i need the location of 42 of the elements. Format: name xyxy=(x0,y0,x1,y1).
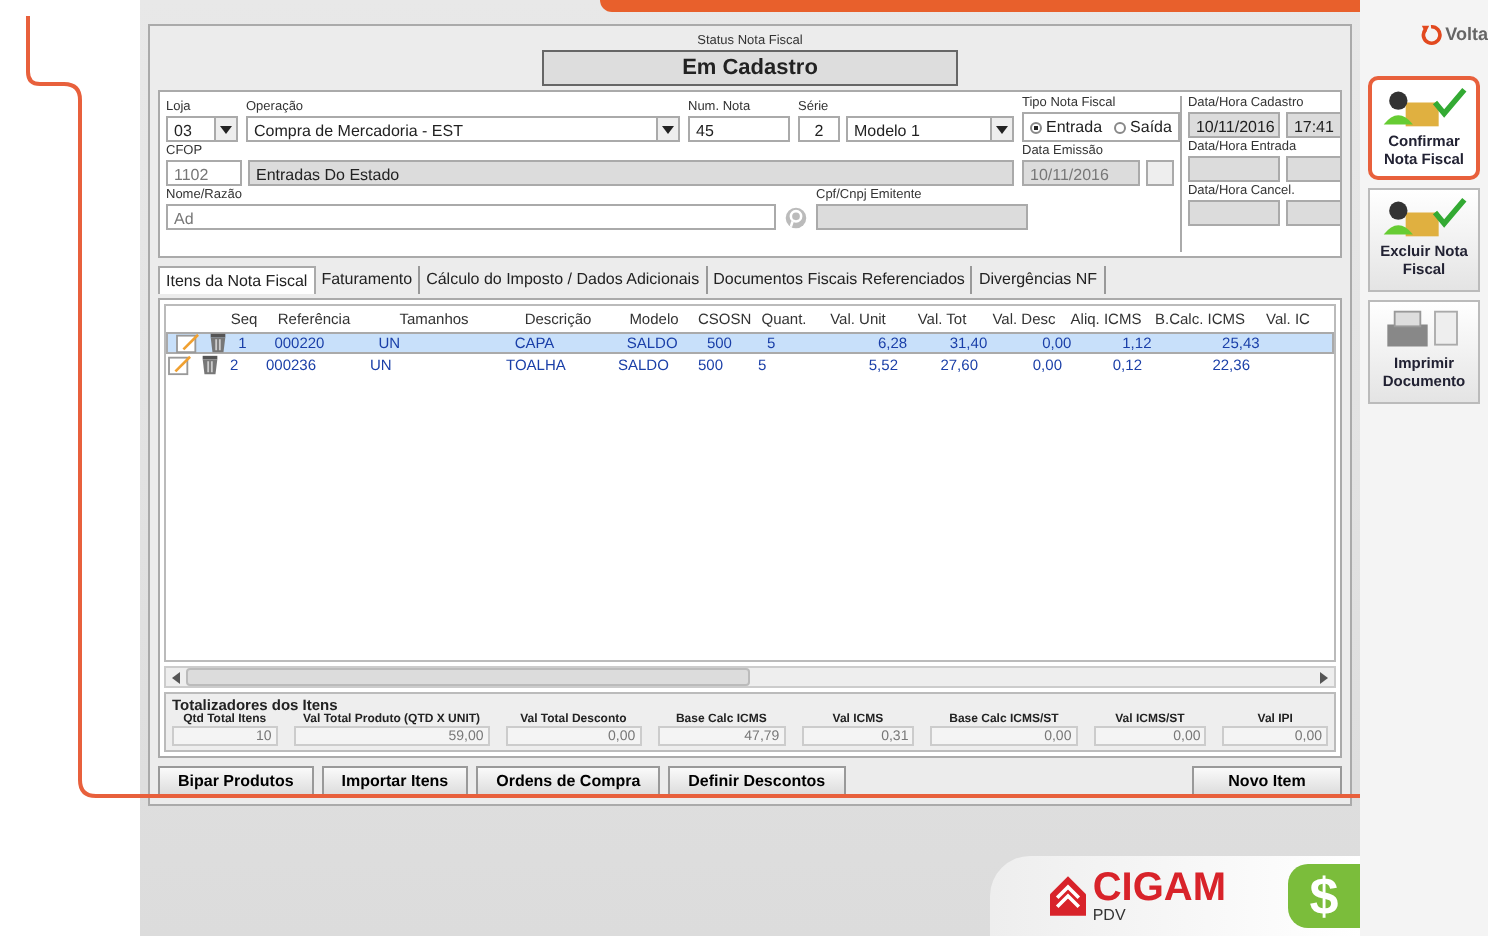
number-field[interactable]: 45 xyxy=(688,116,790,142)
back-button[interactable]: Volta xyxy=(1419,0,1488,68)
dropdown-icon xyxy=(990,118,1012,140)
logo-subtitle: PDV xyxy=(1092,908,1128,924)
tab[interactable]: Documentos Fiscais Referenciados xyxy=(707,266,973,294)
series-field[interactable]: 2 xyxy=(798,116,840,142)
radio-option[interactable]: Entrada xyxy=(1030,118,1103,136)
tab[interactable]: Faturamento xyxy=(315,266,421,294)
operation-select[interactable]: Compra de Mercadoria - EST xyxy=(246,116,680,142)
cpf-field[interactable] xyxy=(816,204,1028,230)
time-field[interactable]: 17:41 xyxy=(1285,112,1342,138)
date-field[interactable] xyxy=(1187,200,1280,226)
dropdown-icon xyxy=(214,118,236,140)
status-value: Em Cadastro xyxy=(542,50,958,86)
store-select[interactable]: 03 xyxy=(166,116,238,142)
lookup-icon[interactable] xyxy=(784,206,808,230)
user-folder-check-icon xyxy=(1380,84,1468,132)
date-field[interactable]: 10/11/2016 xyxy=(1187,112,1280,138)
time-field[interactable] xyxy=(1285,200,1342,226)
action-button[interactable]: Novo Item xyxy=(1192,766,1342,796)
date-field[interactable] xyxy=(1187,156,1280,182)
action-button[interactable]: Definir Descontos xyxy=(668,766,846,796)
cfop-description-field[interactable]: Entradas Do Estado xyxy=(248,160,1014,186)
user-folder-check-icon xyxy=(1380,194,1468,242)
calendar-button[interactable] xyxy=(1146,160,1174,186)
action-button[interactable]: Bipar Produtos xyxy=(158,766,314,796)
radio-option[interactable]: Saída xyxy=(1114,118,1172,136)
dropdown-icon xyxy=(656,118,678,140)
logo-wordmark: CIGAM xyxy=(1092,868,1226,908)
name-field[interactable]: Ad xyxy=(166,204,776,230)
house-logo-icon xyxy=(1050,876,1087,916)
time-field[interactable] xyxy=(1285,156,1342,182)
horizontal-scrollbar[interactable] xyxy=(164,666,1336,688)
tab[interactable]: Cálculo do Imposto / Dados Adicionais xyxy=(420,266,708,294)
action-button[interactable]: Ordens de Compra xyxy=(476,766,661,796)
dollar-badge: $ xyxy=(1288,864,1360,928)
action-button[interactable]: Importar Itens xyxy=(321,766,469,796)
tab[interactable]: Divergências NF xyxy=(972,266,1106,294)
refresh-icon xyxy=(1419,23,1442,45)
tab[interactable]: Itens da Nota Fiscal xyxy=(158,266,316,294)
cfop-field[interactable]: 1102 xyxy=(166,160,242,186)
model-select[interactable]: Modelo 1 xyxy=(846,116,1014,142)
